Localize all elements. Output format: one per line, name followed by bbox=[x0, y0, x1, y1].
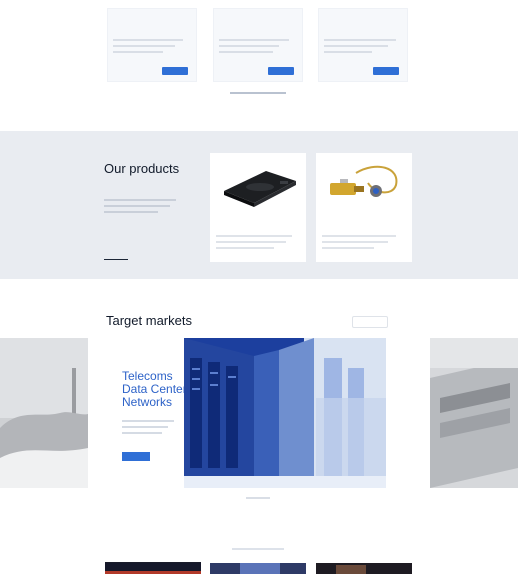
section-heading-placeholder bbox=[232, 548, 284, 550]
gallery-thumbnail[interactable] bbox=[316, 562, 412, 574]
product-card-text bbox=[322, 241, 388, 243]
news-card[interactable] bbox=[213, 8, 303, 82]
news-card[interactable] bbox=[107, 8, 197, 82]
read-more-button[interactable] bbox=[268, 67, 294, 75]
news-card-text bbox=[219, 39, 289, 41]
slide-text bbox=[122, 426, 168, 428]
products-title: Our products bbox=[104, 161, 180, 176]
product-card[interactable] bbox=[210, 153, 306, 262]
news-card-text bbox=[324, 45, 388, 47]
products-description bbox=[104, 211, 158, 213]
read-more-button[interactable] bbox=[373, 67, 399, 75]
news-card-text bbox=[113, 51, 163, 53]
news-card[interactable] bbox=[318, 8, 408, 82]
product-card-text bbox=[216, 241, 286, 243]
news-card-text bbox=[113, 39, 183, 41]
slide-text bbox=[122, 432, 162, 434]
news-card-text bbox=[324, 51, 372, 53]
news-card-text bbox=[324, 39, 396, 41]
network-module-image bbox=[224, 171, 296, 207]
slide-text bbox=[122, 420, 174, 422]
product-card-text bbox=[322, 247, 374, 249]
fiber-connector-image bbox=[330, 165, 398, 197]
see-all-news-link[interactable] bbox=[230, 92, 286, 94]
news-card-text bbox=[219, 51, 273, 53]
gallery-thumbnail[interactable] bbox=[105, 562, 201, 574]
news-card-text bbox=[219, 45, 279, 47]
news-card-text bbox=[113, 45, 175, 47]
products-description bbox=[104, 205, 170, 207]
server-racks-image bbox=[184, 338, 386, 488]
product-card-text bbox=[216, 247, 274, 249]
product-card-text bbox=[322, 235, 396, 237]
markets-more-button[interactable] bbox=[352, 316, 388, 328]
slide-heading: Data Centers bbox=[122, 382, 193, 396]
products-description bbox=[104, 199, 176, 201]
read-more-button[interactable] bbox=[162, 67, 188, 75]
previous-slide-image[interactable] bbox=[0, 338, 88, 488]
slide-heading: Networks bbox=[122, 395, 173, 409]
product-card[interactable] bbox=[316, 153, 412, 262]
slide-heading: Telecoms bbox=[122, 369, 173, 383]
next-slide-image[interactable] bbox=[430, 338, 518, 488]
target-markets-title: Target markets bbox=[106, 313, 192, 328]
gallery-thumbnail[interactable] bbox=[210, 562, 306, 574]
link-underline bbox=[104, 259, 128, 260]
product-card-text bbox=[216, 235, 292, 237]
slide-cta-button[interactable] bbox=[122, 452, 150, 461]
slider-dots[interactable] bbox=[246, 497, 270, 499]
